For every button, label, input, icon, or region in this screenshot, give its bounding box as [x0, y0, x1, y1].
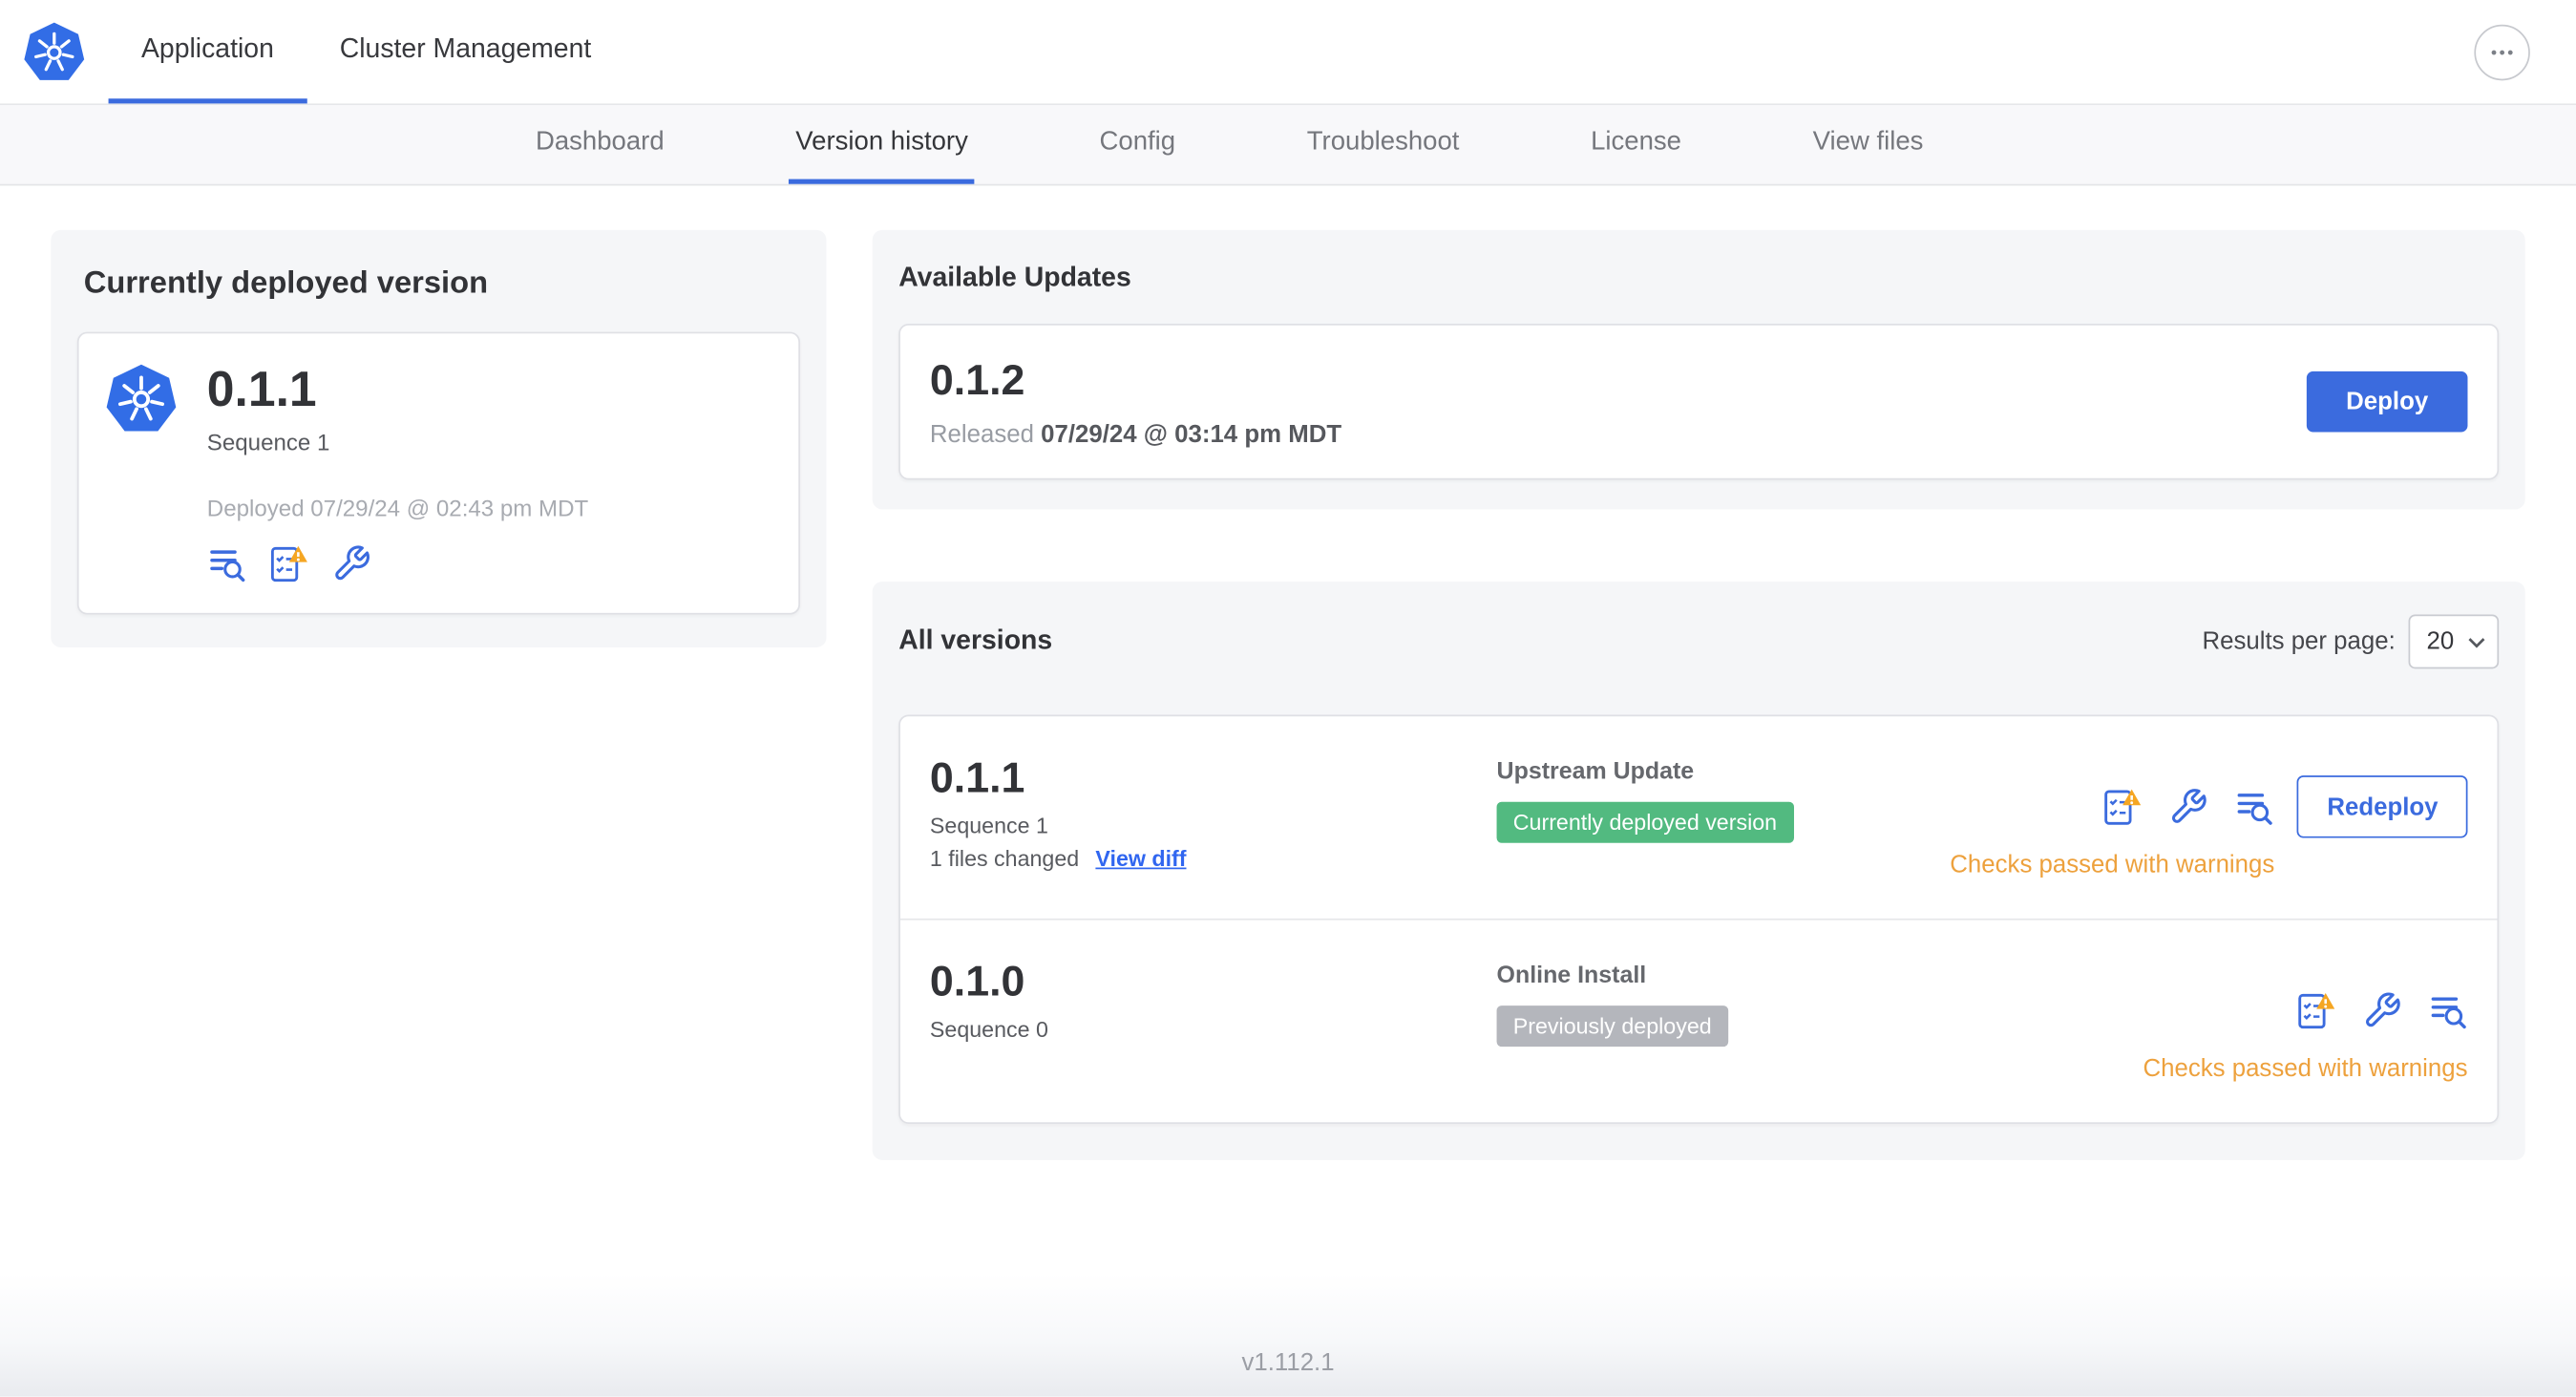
- more-menu-button[interactable]: [2474, 23, 2530, 80]
- preflight-checks-icon[interactable]: [2103, 787, 2143, 826]
- deployed-sequence: Sequence 1: [206, 429, 330, 455]
- tab-version-history[interactable]: Version history: [789, 105, 975, 184]
- update-info: 0.1.2 Released 07/29/24 @ 03:14 pm MDT: [930, 355, 1341, 449]
- tab-dashboard[interactable]: Dashboard: [529, 105, 670, 184]
- version-checks: Checks passed with warnings: [2143, 980, 2467, 1083]
- version-source: Online Install: [1496, 963, 1647, 989]
- tab-view-files[interactable]: View files: [1806, 105, 1931, 184]
- update-row: 0.1.2 Released 07/29/24 @ 03:14 pm MDT D…: [898, 323, 2500, 480]
- view-diff-link[interactable]: View diff: [1095, 846, 1186, 871]
- results-per-page: Results per page: 20: [2202, 614, 2500, 669]
- wrench-icon[interactable]: [2169, 787, 2208, 826]
- version-source: Upstream Update: [1496, 758, 1695, 786]
- versions-list: 0.1.1 Sequence 1 1 files changed View di…: [898, 714, 2500, 1124]
- app-footer: v1.112.1: [0, 1273, 2576, 1397]
- deploy-button[interactable]: Deploy: [2306, 370, 2468, 433]
- right-column: Available Updates 0.1.2 Released 07/29/2…: [872, 229, 2525, 1160]
- preflight-checks-icon[interactable]: [269, 544, 308, 583]
- version-row-right: Checks passed with warnings Redeploy: [1950, 775, 2468, 879]
- kubernetes-logo: [106, 364, 177, 432]
- admin-console: Application Cluster Management Dashboard…: [0, 0, 2576, 1397]
- deployment-status-badge: Currently deployed version: [1496, 801, 1794, 843]
- all-versions-header: All versions Results per page: 20: [898, 614, 2500, 669]
- released-date: 07/29/24 @ 03:14 pm MDT: [1041, 420, 1342, 449]
- wrench-icon[interactable]: [332, 544, 371, 583]
- deployment-status-badge: Previously deployed: [1496, 1005, 1728, 1048]
- deployed-icon-row: [207, 544, 588, 583]
- version-row-middle: Upstream Update Currently deployed versi…: [1496, 758, 1951, 879]
- checks-status-text: Checks passed with warnings: [1950, 851, 2275, 879]
- version-icon-row: [2297, 980, 2468, 1042]
- version-row-left: 0.1.0 Sequence 0: [930, 956, 1497, 1082]
- deployed-version-card: 0.1.1 Sequence 1 Deployed 07/29/24 @ 02:…: [76, 331, 800, 615]
- version-icon-row: [2103, 775, 2274, 837]
- header-tab-application[interactable]: Application: [108, 0, 307, 104]
- header-tab-label: Application: [140, 33, 274, 64]
- results-per-page-label: Results per page:: [2202, 627, 2396, 656]
- version-row: 0.1.0 Sequence 0 Online Install Previous…: [899, 918, 2498, 1122]
- tab-config[interactable]: Config: [1093, 105, 1182, 184]
- version-row-right: Checks passed with warnings: [2143, 980, 2467, 1083]
- files-changed-line: 1 files changed View diff: [930, 846, 1497, 871]
- kubernetes-logo: [24, 21, 85, 79]
- preflight-checks-icon[interactable]: [2297, 991, 2336, 1030]
- diff-icon[interactable]: [2235, 787, 2274, 826]
- tab-troubleshoot[interactable]: Troubleshoot: [1300, 105, 1466, 184]
- results-per-page-select: 20: [2408, 614, 2500, 669]
- released-prefix: Released: [929, 420, 1034, 449]
- diff-icon[interactable]: [2428, 991, 2467, 1030]
- all-versions-title: All versions: [898, 625, 1053, 656]
- deployed-version-number: 0.1.1: [206, 363, 317, 418]
- version-sequence: Sequence 0: [929, 1017, 1048, 1042]
- console-version: v1.112.1: [1241, 1348, 1335, 1377]
- tab-license[interactable]: License: [1584, 105, 1688, 184]
- version-number: 0.1.0: [929, 956, 1025, 1006]
- deployed-meta: 0.1.1 Sequence 1 Deployed 07/29/24 @ 02:…: [207, 363, 588, 583]
- deployed-timestamp: Deployed 07/29/24 @ 02:43 pm MDT: [206, 494, 589, 521]
- version-row-left: 0.1.1 Sequence 1 1 files changed View di…: [930, 752, 1497, 878]
- redeploy-button[interactable]: Redeploy: [2297, 775, 2468, 838]
- available-updates-title: Available Updates: [898, 263, 1131, 293]
- results-per-page-dropdown[interactable]: 20: [2408, 614, 2500, 669]
- update-released-line: Released 07/29/24 @ 03:14 pm MDT: [930, 420, 1341, 448]
- ellipsis-icon: [2491, 49, 2513, 54]
- main-content: Currently deployed version 0.1.1 Sequenc…: [0, 185, 2576, 1273]
- version-number: 0.1.1: [929, 752, 1025, 802]
- all-versions-card: All versions Results per page: 20 0.1.1 …: [872, 582, 2525, 1160]
- currently-deployed-card: Currently deployed version 0.1.1 Sequenc…: [51, 229, 827, 647]
- header-tab-cluster-management[interactable]: Cluster Management: [306, 0, 623, 103]
- version-sequence: Sequence 1: [929, 813, 1048, 838]
- currently-deployed-title: Currently deployed version: [83, 265, 489, 301]
- header-tab-label: Cluster Management: [339, 33, 592, 64]
- app-logo: [16, 0, 108, 103]
- version-row: 0.1.1 Sequence 1 1 files changed View di…: [900, 716, 2498, 919]
- files-changed-count: 1 files changed: [929, 846, 1080, 871]
- wrench-icon[interactable]: [2362, 991, 2401, 1030]
- available-updates-card: Available Updates 0.1.2 Released 07/29/2…: [872, 229, 2525, 510]
- app-subnav: Dashboard Version history Config Trouble…: [0, 105, 2576, 186]
- top-header: Application Cluster Management: [0, 0, 2576, 106]
- version-checks: Checks passed with warnings: [1950, 775, 2275, 879]
- header-right: [2474, 0, 2576, 103]
- update-version-number: 0.1.2: [929, 354, 1025, 405]
- version-row-middle: Online Install Previously deployed: [1496, 963, 2143, 1083]
- diff-icon[interactable]: [207, 544, 246, 583]
- checks-status-text: Checks passed with warnings: [2143, 1054, 2468, 1083]
